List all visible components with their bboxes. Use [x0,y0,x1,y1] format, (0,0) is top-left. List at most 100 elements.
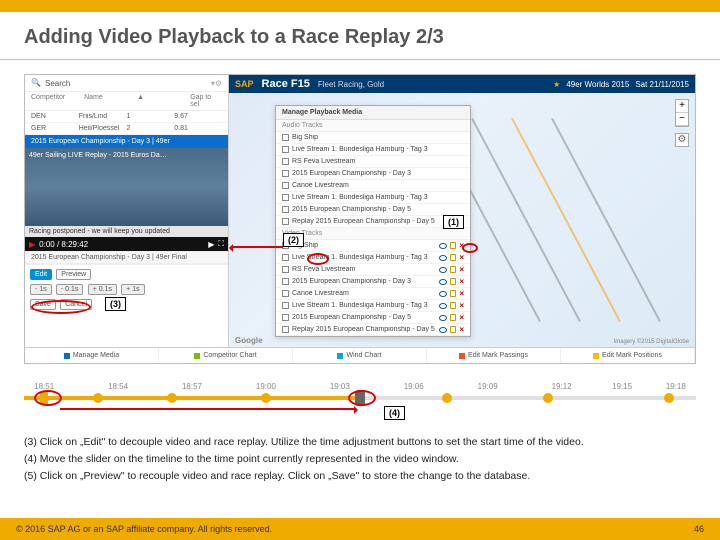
timeline-marker[interactable] [664,393,674,403]
search-row[interactable]: 🔍 Search ▾⚙ [25,75,228,92]
video-controls[interactable]: ▶ 0:00 / 8:29:42 ▶ ⛶ [25,237,228,251]
video-section-label: Video Tracks [276,228,470,240]
timeline[interactable]: 18:51 18:54 18:57 19:00 19:03 19:06 19:0… [24,382,696,422]
gear-icon[interactable]: ⚙ [675,133,689,147]
timeline-tick: 19:03 [330,382,350,391]
callout-4-ellipse-b [348,390,376,406]
audio-row[interactable]: RS Feva Livestream [276,156,470,168]
video-row[interactable]: 2015 European Championship - Day 5× [276,312,470,324]
search-icon: 🔍 [31,78,41,88]
timeline-marker[interactable] [442,393,452,403]
timeline-marker[interactable] [543,393,553,403]
callout-4-arrow [60,408,356,410]
timeline-marker[interactable] [93,393,103,403]
manage-playback-panel: Manage Playback Media Audio Tracks Big S… [275,105,471,337]
eye-icon [439,243,447,249]
video-row[interactable]: Live Stream 1. Bundesliga Hamburg - Tag … [276,300,470,312]
video-row[interactable]: RS Feva Livestream× [276,264,470,276]
audio-row[interactable]: Replay 2015 European Championship - Day … [276,216,470,228]
video-thumb[interactable]: 49er Sailing LIVE Replay - 2015 Euros Da… [25,148,228,226]
event-date: Sat 21/11/2015 [635,80,689,89]
manage-panel-title: Manage Playback Media [276,106,470,120]
edit-button[interactable]: Edit [30,269,52,280]
youtube-icon: ▶ [208,240,214,249]
left-panel: 🔍 Search ▾⚙ Competitor Name ▲Gap to sel … [25,75,229,363]
event-strip: 2015 European Championship - Day 3 | 49e… [25,135,228,148]
instructions: (3) Click on „Edit" to decouple video an… [0,422,720,484]
zoom-control[interactable]: + − [675,99,689,127]
copyright-text: © 2016 SAP AG or an SAP affiliate compan… [16,524,272,534]
video-time: 0:00 / 8:29:42 [39,240,88,249]
audio-row[interactable]: Big Ship [276,132,470,144]
edit-positions-button[interactable]: Edit Mark Positions [561,348,695,363]
timeline-tick: 19:15 [612,382,632,391]
slide-footer: © 2016 SAP AG or an SAP affiliate compan… [0,518,720,540]
callout-3: (3) [105,297,126,311]
minus-01s-button[interactable]: - 0.1s [56,284,84,295]
google-watermark: Google [235,336,263,345]
instruction-3: (3) Click on „Edit" to decouple video an… [24,434,696,451]
timeline-tick: 18:57 [182,382,202,391]
table-row[interactable]: GER Heil/Ploessel 2 0.81 [25,123,228,135]
wind-chart-button[interactable]: Wind Chart [293,348,427,363]
timeline-tick: 18:54 [108,382,128,391]
page-number: 46 [694,524,704,534]
video-title: 49er Sailing LIVE Replay - 2015 Euros Da… [29,152,167,159]
audio-row[interactable]: 2015 European Championship - Day 5 [276,204,470,216]
audio-row[interactable]: Canoe Livestream [276,180,470,192]
timeline-marker[interactable] [167,393,177,403]
callout-2: (2) [283,233,304,247]
video-row[interactable]: Canoe Livestream× [276,288,470,300]
plus-01s-button[interactable]: + 0.1s [88,284,117,295]
zoom-in-icon[interactable]: + [676,100,688,113]
manage-media-button[interactable]: Manage Media [25,348,159,363]
instruction-5: (5) Click on „Preview" to recouple video… [24,468,696,485]
race-sub: Fleet Racing, Gold [318,80,384,89]
video-row[interactable]: 2015 European Championship - Day 3× [276,276,470,288]
timeline-tick: 19:12 [552,382,572,391]
callout-2-arrow [231,246,283,248]
slide-title: Adding Video Playback to a Race Replay 2… [24,26,696,49]
callout-1-ellipse [462,243,478,253]
callout-3-ellipse [31,300,91,314]
title-block: Adding Video Playback to a Race Replay 2… [0,12,720,60]
audio-row[interactable]: Live Stream 1. Bundesliga Hamburg - Tag … [276,192,470,204]
audio-row[interactable]: Live Stream 1. Bundesliga Hamburg - Tag … [276,144,470,156]
imagery-credit: Imagery ©2015 DigitalGlobe [614,339,689,345]
filter-icon[interactable]: ▾⚙ [211,79,222,88]
timeline-tick: 19:00 [256,382,276,391]
preview-button[interactable]: Preview [56,269,91,280]
fullscreen-icon[interactable]: ⛶ [218,239,224,249]
bottom-toolbar: Manage Media Competitor Chart Wind Chart… [25,347,695,363]
video-row[interactable]: Live Stream 1. Bundesliga Hamburg - Tag … [276,252,470,264]
minus-1s-button[interactable]: - 1s [30,284,52,295]
sap-logo: SAP [235,79,254,89]
instruction-4: (4) Move the slider on the timeline to t… [24,451,696,468]
competitor-chart-button[interactable]: Competitor Chart [159,348,293,363]
callout-4: (4) [384,406,405,420]
timeline-progress [24,396,360,400]
event-row: 2015 European Championship - Day 3 | 49e… [25,251,228,264]
zoom-out-icon[interactable]: − [676,113,688,126]
map-header: SAP Race F15 Fleet Racing, Gold ★ 49er W… [229,75,695,93]
audio-row[interactable]: 2015 European Championship - Day 3 [276,168,470,180]
callout-4-ellipse-a [34,390,62,406]
play-icon[interactable]: ▶ [29,240,35,249]
table-header: Competitor Name ▲Gap to sel [25,92,228,111]
timeline-tick: 19:06 [404,382,424,391]
video-row[interactable]: Big Ship× [276,240,470,252]
content-area: SAP Race F15 Fleet Racing, Gold ★ 49er W… [0,60,720,422]
edit-passings-button[interactable]: Edit Mark Passings [427,348,561,363]
callout-2-ellipse [307,253,329,265]
video-row[interactable]: Replay 2015 European Championship - Day … [276,324,470,336]
brand-stripe [0,0,720,12]
video-caption: Racing postponed - we will keep you upda… [25,226,228,237]
lock-icon [450,242,456,249]
timeline-tick: 19:18 [666,382,686,391]
timeline-tick: 19:09 [478,382,498,391]
race-title: Race F15 [262,78,310,90]
callout-1: (1) [443,215,464,229]
plus-1s-button[interactable]: + 1s [121,284,144,295]
table-row[interactable]: DEN Friis/Lind 1 9.67 [25,111,228,123]
timeline-marker[interactable] [261,393,271,403]
